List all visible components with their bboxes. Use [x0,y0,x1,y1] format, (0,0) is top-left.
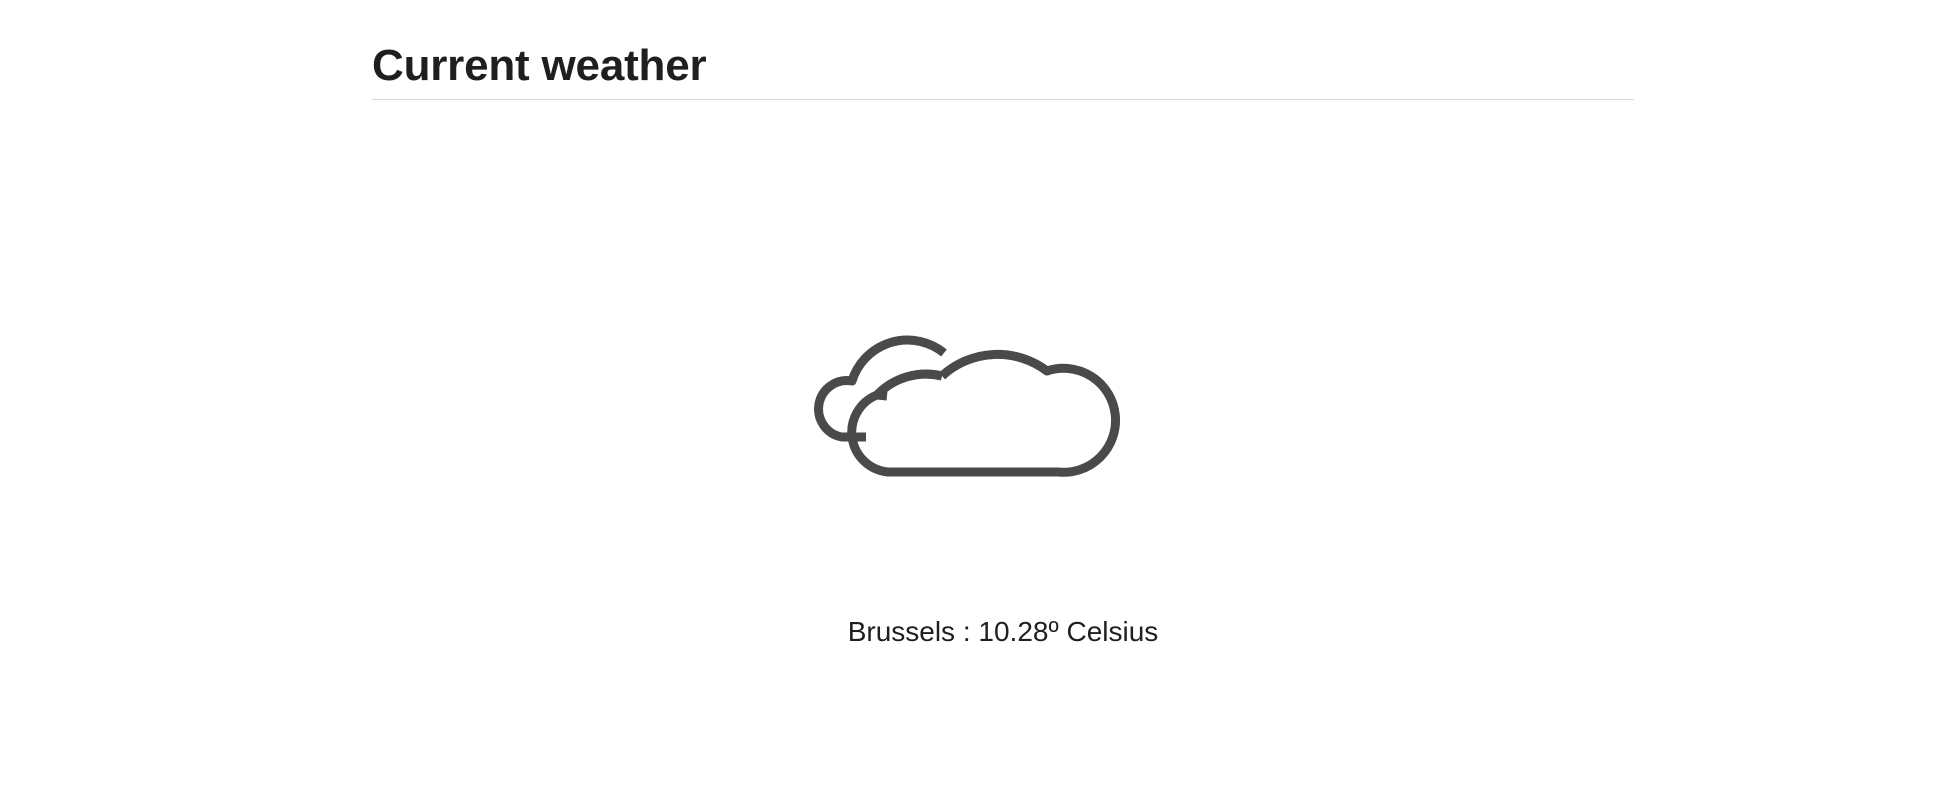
page-container: Current weather Brussels : 10.28º Celsiu… [372,0,1634,800]
page-header: Current weather [372,38,1634,100]
weather-page: Current weather Brussels : 10.28º Celsiu… [0,0,1960,800]
temperature-unit: Celsius [1058,616,1159,647]
weather-readout: Brussels : 10.28º Celsius [372,615,1634,649]
city-name: Brussels [847,616,956,647]
temperature-value: 10.28º [978,616,1059,647]
readout-separator: : [955,616,979,647]
weather-panel: Brussels : 10.28º Celsius [372,100,1634,740]
page-title: Current weather [372,41,707,90]
cloudy-icon [802,288,1182,488]
